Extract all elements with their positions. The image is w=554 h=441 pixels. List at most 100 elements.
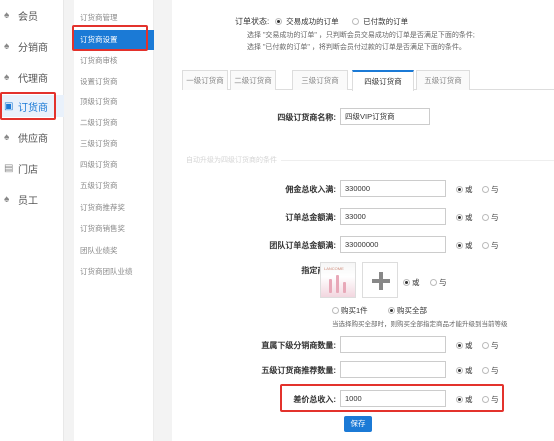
logic-or-option[interactable]: 或 [456,212,473,223]
add-product-button[interactable] [362,262,398,298]
subnav-item[interactable]: 五级订货商 [74,176,154,196]
product-brand-text: LANCOME [324,266,344,271]
logic-or-option[interactable]: 或 [456,365,473,376]
level-name-input[interactable]: 四级VIP订货商 [340,108,430,125]
radio-icon[interactable] [482,342,489,349]
radio-icon[interactable] [388,307,395,314]
logic-or-option[interactable]: 或 [456,184,473,195]
person-icon: ♠ [4,193,10,205]
nav-item-suppliers[interactable]: ♠ 供应商 [0,126,64,148]
referral-count-input[interactable] [340,361,446,378]
tab-level-5[interactable]: 五级订货商 [416,70,470,90]
radio-icon[interactable] [456,214,463,221]
logic-and-option[interactable]: 与 [482,240,499,251]
bottle-shape [336,275,339,293]
subnav-item-active[interactable]: 订货商设置 [74,30,154,50]
subnav-item[interactable]: 团队业绩奖 [74,241,154,261]
buy-all-hint: 当选择购买全部时，则购买全部指定商品才能升级到当前等级 [332,321,508,328]
referral-count-label: 五级订货商推荐数量: [261,366,336,375]
tab-level-3[interactable]: 三级订货商 [292,70,348,90]
subnav-item[interactable]: 订货商管理 [74,8,154,28]
radio-icon[interactable] [482,367,489,374]
order-total-input[interactable]: 33000 [340,208,446,225]
nav-item-stores[interactable]: ▤ 门店 [0,157,64,179]
person-icon: ♠ [4,40,10,52]
subnav-item[interactable]: 顶级订货商 [74,92,154,112]
logic-and-option[interactable]: 与 [482,184,499,195]
level-name-label: 四级订货商名称: [277,113,336,122]
products-label: 指定商品: [301,266,336,275]
radio-icon[interactable] [482,214,489,221]
box-icon: ▣ [4,100,14,112]
nav-item-staff[interactable]: ♠ 员工 [0,188,64,210]
bottle-shape [343,282,346,293]
commission-total-input[interactable]: 330000 [340,180,446,197]
buy-all-option[interactable]: 购买全部 [388,305,427,316]
subnav-item[interactable]: 订货商团队业绩 [74,262,154,282]
team-order-total-input[interactable]: 33000000 [340,236,446,253]
radio-icon[interactable] [403,279,410,286]
radio-icon[interactable] [482,396,489,403]
product-thumbnail[interactable]: LANCOME [320,262,356,298]
diff-income-label: 差价总收入: [293,395,336,404]
subnav-item[interactable]: 二级订货商 [74,113,154,133]
subnav-item[interactable]: 四级订货商 [74,155,154,175]
order-status-option-success[interactable]: 交易成功的订单 [275,16,339,27]
order-status-hint-2: 选择 "已付款的订单" ，将判断会员付过款的订单是否满足下面的条件。 [247,44,466,51]
tab-level-2[interactable]: 二级订货商 [230,70,276,90]
radio-icon[interactable] [275,18,282,25]
radio-icon[interactable] [482,242,489,249]
direct-distributor-count-input[interactable] [340,336,446,353]
radio-icon[interactable] [332,307,339,314]
order-status-option-paid[interactable]: 已付款的订单 [352,16,408,27]
store-icon: ▤ [4,162,14,174]
logic-or-option[interactable]: 或 [456,240,473,251]
buy-one-option[interactable]: 购买1件 [332,305,368,316]
radio-icon[interactable] [456,342,463,349]
main-sidebar: ♠ 会员 ♠ 分销商 ♠ 代理商 ▣ 订货商 ♠ 供应商 ▤ 门店 ♠ 员工 [0,0,64,441]
nav-item-agents[interactable]: ♠ 代理商 [0,66,64,88]
logic-and-option[interactable]: 与 [482,394,499,405]
bottle-shape [329,279,332,293]
person-icon: ♠ [4,131,10,143]
level-tabs: 一级订货商 二级订货商 三级订货商 四级订货商 五级订货商 [182,70,554,91]
order-status-label: 订单状态: [235,17,270,26]
logic-and-option[interactable]: 与 [482,365,499,376]
commission-total-label: 佣金总收入满: [285,185,336,194]
plus-icon [379,272,383,290]
order-total-label: 订单总金额满: [285,213,336,222]
person-icon: ♠ [4,71,10,83]
radio-icon[interactable] [456,242,463,249]
team-order-total-label: 团队订单总金额满: [269,241,336,250]
logic-or-option[interactable]: 或 [403,277,420,288]
logic-or-option[interactable]: 或 [456,394,473,405]
logic-and-option[interactable]: 与 [430,277,447,288]
subnav-item[interactable]: 订货商审核 [74,51,154,71]
subnav-item[interactable]: 订货商销售奖 [74,219,154,239]
subnav-item[interactable]: 设置订货商 [74,72,154,92]
logic-and-option[interactable]: 与 [482,212,499,223]
settings-panel: 订单状态: 交易成功的订单 已付款的订单 选择 "交易成功的订单" ，只判断会员… [172,0,554,441]
logic-or-option[interactable]: 或 [456,340,473,351]
radio-icon[interactable] [482,186,489,193]
subnav-item[interactable]: 三级订货商 [74,134,154,154]
radio-icon[interactable] [456,367,463,374]
diff-income-input[interactable]: 1000 [340,390,446,407]
radio-icon[interactable] [352,18,359,25]
direct-distributor-count-label: 直属下级分销商数量: [261,341,336,350]
radio-icon[interactable] [456,186,463,193]
tab-level-1[interactable]: 一级订货商 [182,70,228,90]
logic-and-option[interactable]: 与 [482,340,499,351]
save-button[interactable]: 保存 [344,416,372,432]
nav-item-order-dealers[interactable]: ▣ 订货商 [0,95,64,117]
order-status-hint-1: 选择 "交易成功的订单" ，只判断会员交易成功的订单是否满足下面的条件; [247,32,475,39]
subnav-item[interactable]: 订货商推荐奖 [74,198,154,218]
person-icon: ♠ [4,9,10,21]
sub-sidebar: 订货商管理 订货商设置 订货商审核 设置订货商 顶级订货商 二级订货商 三级订货… [74,0,154,441]
tab-level-4[interactable]: 四级订货商 [352,70,414,91]
radio-icon[interactable] [456,396,463,403]
section-title: 自动升级为四级订货商的条件 [182,155,281,165]
nav-item-members[interactable]: ♠ 会员 [0,4,64,26]
radio-icon[interactable] [430,279,437,286]
nav-item-distributors[interactable]: ♠ 分销商 [0,35,64,57]
